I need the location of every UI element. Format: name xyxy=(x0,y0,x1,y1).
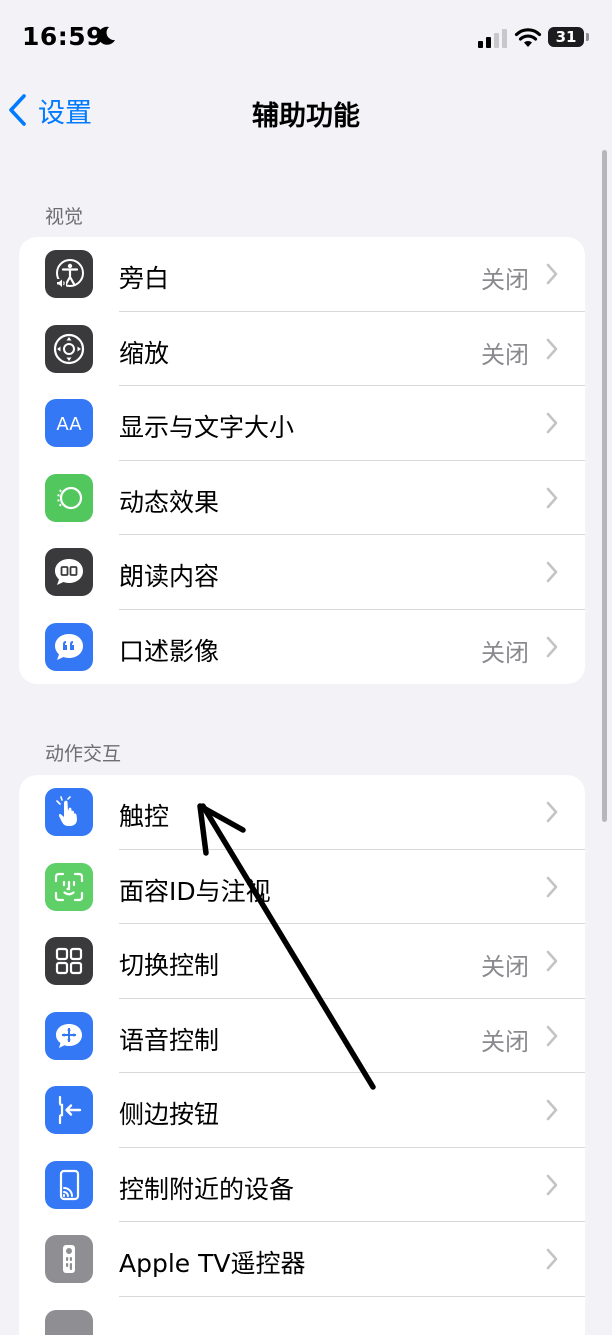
row-zoom[interactable]: 缩放 关闭 xyxy=(19,312,585,387)
chevron-right-icon xyxy=(545,1098,559,1122)
status-time: 16:59 xyxy=(22,22,104,51)
row-value: 关闭 xyxy=(481,260,529,295)
scroll-indicator xyxy=(602,150,607,822)
text-size-icon: AA xyxy=(45,399,93,447)
signal-icon xyxy=(478,28,508,48)
svg-text:AA: AA xyxy=(56,414,82,435)
row-label: 动态效果 xyxy=(119,483,219,519)
row-label: 面容ID与注视 xyxy=(119,872,271,908)
row-control-nearby-devices[interactable]: 控制附近的设备 xyxy=(19,1148,585,1223)
row-label: 语音控制 xyxy=(119,1021,219,1057)
row-label: 触控 xyxy=(119,797,169,833)
row-label: 旁白 xyxy=(119,259,169,295)
chevron-right-icon xyxy=(545,1024,559,1048)
touch-hand-icon xyxy=(45,788,93,836)
motion-icon xyxy=(45,474,93,522)
voiceover-icon xyxy=(45,250,93,298)
chevron-right-icon xyxy=(545,949,559,973)
row-side-button[interactable]: 侧边按钮 xyxy=(19,1073,585,1148)
row-value: 关闭 xyxy=(481,633,529,668)
row-touch[interactable]: 触控 xyxy=(19,775,585,850)
status-bar: 16:59 31 xyxy=(0,0,612,76)
row-label: 显示与文字大小 xyxy=(119,408,294,444)
row-label: 切换控制 xyxy=(119,946,219,982)
face-id-icon xyxy=(45,863,93,911)
nearby-devices-icon xyxy=(45,1161,93,1209)
zoom-icon xyxy=(45,325,93,373)
chevron-right-icon xyxy=(545,560,559,584)
row-voiceover[interactable]: 旁白 关闭 xyxy=(19,237,585,312)
chevron-right-icon xyxy=(545,411,559,435)
row-face-id-attention[interactable]: 面容ID与注视 xyxy=(19,850,585,925)
section-header-physical-motor: 动作交互 xyxy=(45,739,121,766)
moon-icon xyxy=(95,25,117,47)
tv-remote-icon xyxy=(45,1235,93,1283)
row-value: 关闭 xyxy=(481,947,529,982)
settings-group-physical-motor: 触控 面容ID与注视 切换控制 关闭 xyxy=(19,775,585,1335)
page-title: 辅助功能 xyxy=(0,94,612,133)
row-motion[interactable]: 动态效果 xyxy=(19,461,585,536)
chevron-right-icon xyxy=(545,635,559,659)
chevron-right-icon xyxy=(545,800,559,824)
row-apple-tv-remote[interactable]: Apple TV遥控器 xyxy=(19,1222,585,1297)
side-button-icon xyxy=(45,1086,93,1134)
voice-control-icon xyxy=(45,1012,93,1060)
keyboard-icon xyxy=(45,1310,93,1335)
row-label: 控制附近的设备 xyxy=(119,1170,294,1206)
audio-description-icon xyxy=(45,623,93,671)
chevron-right-icon xyxy=(545,875,559,899)
row-label: Apple TV遥控器 xyxy=(119,1244,306,1280)
row-switch-control[interactable]: 切换控制 关闭 xyxy=(19,924,585,999)
chevron-right-icon xyxy=(545,262,559,286)
row-voice-control[interactable]: 语音控制 关闭 xyxy=(19,999,585,1074)
spoken-content-icon xyxy=(45,548,93,596)
chevron-right-icon xyxy=(545,337,559,361)
row-display-text-size[interactable]: AA 显示与文字大小 xyxy=(19,386,585,461)
row-label: 侧边按钮 xyxy=(119,1095,219,1131)
battery-indicator: 31 xyxy=(548,27,590,48)
row-spoken-content[interactable]: 朗读内容 xyxy=(19,535,585,610)
navigation-bar: 设置 辅助功能 xyxy=(0,76,612,146)
battery-level: 31 xyxy=(548,28,584,46)
row-label: 朗读内容 xyxy=(119,557,219,593)
row-label: 缩放 xyxy=(119,334,169,370)
chevron-right-icon xyxy=(545,1247,559,1271)
row-audio-descriptions[interactable]: 口述影像 关闭 xyxy=(19,610,585,685)
section-header-vision: 视觉 xyxy=(45,202,83,229)
wifi-icon xyxy=(514,26,542,48)
chevron-right-icon xyxy=(545,486,559,510)
row-label: 口述影像 xyxy=(119,632,219,668)
row-value: 关闭 xyxy=(481,1022,529,1057)
switch-control-icon xyxy=(45,937,93,985)
row-value: 关闭 xyxy=(481,335,529,370)
row-keyboards-partial[interactable] xyxy=(19,1297,585,1335)
settings-group-vision: 旁白 关闭 缩放 关闭 AA 显示与文字大小 xyxy=(19,237,585,684)
chevron-right-icon xyxy=(545,1173,559,1197)
